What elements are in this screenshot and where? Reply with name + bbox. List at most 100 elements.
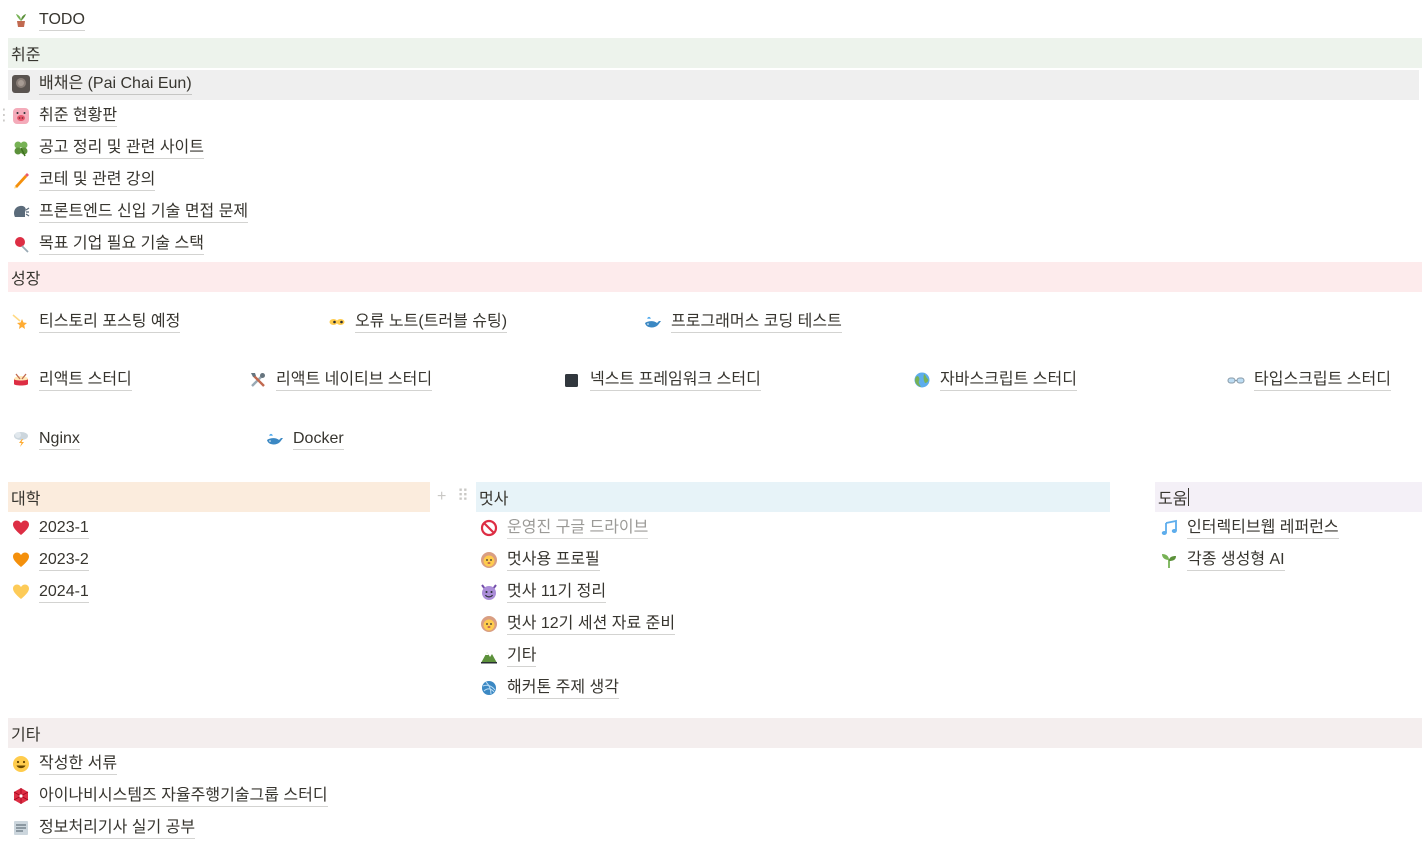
whale-icon [266,430,284,448]
mountain-icon [480,647,498,665]
lightning-cloud-icon [12,430,30,448]
page-link-job-postings[interactable]: 공고 정리 및 관련 사이트 [12,132,204,164]
eyes-icon [328,313,346,331]
four-leaf-clover-icon [12,139,30,157]
page-link-label: 멋사용 프로필 [507,550,600,571]
page-link-label: 티스토리 포스팅 예정 [39,312,181,333]
yarn-ball-icon [480,679,498,697]
smiling-face-icon [12,755,30,773]
page-link-label: 해커톤 주제 생각 [507,678,619,699]
page-link-label: 작성한 서류 [39,754,118,775]
page-link-hackathon-ideas[interactable]: 해커톤 주제 생각 [480,672,619,704]
pig-face-icon [12,107,30,125]
orange-heart-icon [12,551,30,569]
drag-handle-icon[interactable]: ⠿ [457,489,469,505]
section-header-job: 취준 [8,38,1422,68]
section-title: 도움 [1158,491,1188,508]
page-link-label: 프론트엔드 신입 기술 면접 문제 [39,202,249,223]
page-link-label: 아이나비시스템즈 자율주행기술그룹 스터디 [39,786,328,807]
page-link-likelion-11th[interactable]: 멋사 11기 정리 [480,576,607,608]
page-link-label: 프로그래머스 코딩 테스트 [671,312,842,333]
section-header-etc: 기타 [8,718,1422,748]
seedling-icon [1160,551,1178,569]
page-link-label: 기타 [507,646,537,667]
page-link-label: 2023-1 [39,518,89,539]
page-link-label: 정보처리기사 실기 공부 [39,818,196,839]
page-link-documents[interactable]: 작성한 서류 [12,748,118,780]
prohibited-icon [480,519,498,537]
text-cursor [1188,488,1190,506]
page-link-likelion-etc[interactable]: 기타 [480,640,537,672]
page-link-generative-ai[interactable]: 각종 생성형 AI [1160,544,1285,576]
section-title: 취준 [11,47,41,64]
page-link-todo[interactable]: TODO [12,4,85,36]
page-link-next-study[interactable]: 넥스트 프레임워크 스터디 [563,364,761,396]
page-link-tech-stack[interactable]: 목표 기업 필요 기술 스택 [12,228,204,260]
page-link-label: TODO [39,10,85,31]
page-link-label: 자바스크립트 스터디 [940,370,1077,391]
page-link-label: Nginx [39,429,80,450]
page-link-label: 오류 노트(트러블 슈팅) [355,312,508,333]
page-link-label: 운영진 구글 드라이브 [507,518,649,539]
drag-handle-icon[interactable]: ⋮ [0,108,12,124]
add-block-icon[interactable]: + [437,489,446,505]
page-link-label: 목표 기업 필요 기술 스택 [39,234,204,255]
goggles-icon [1227,371,1245,389]
page-link-tistory[interactable]: 티스토리 포스팅 예정 [12,306,181,338]
page-link-typescript-study[interactable]: 타입스크립트 스터디 [1227,364,1391,396]
page-link-job-dashboard[interactable]: 취준 현황판 [12,100,118,132]
page-link-label: 배채은 (Pai Chai Eun) [39,74,192,95]
page-link-2024-1[interactable]: 2024-1 [12,576,89,608]
section-header-university: 대학 [8,482,430,512]
page-link-error-notes[interactable]: 오류 노트(트러블 슈팅) [328,306,508,338]
lion-face-icon [480,551,498,569]
page-link-likelion-profile[interactable]: 멋사용 프로필 [480,544,600,576]
page-link-inavi-study[interactable]: 아이나비시스템즈 자율주행기술그룹 스터디 [12,780,328,812]
page-link-label: 넥스트 프레임워크 스터디 [590,370,761,391]
page-link-label: Docker [293,429,344,450]
page-link-docker[interactable]: Docker [266,423,344,455]
page-link-label: 타입스크립트 스터디 [1254,370,1391,391]
page-link-2023-2[interactable]: 2023-2 [12,544,89,576]
speaking-head-icon [12,203,30,221]
whale-icon [644,313,662,331]
music-note-icon [1160,519,1178,537]
section-header-growth: 성장 [8,262,1422,292]
pencil-icon [12,171,30,189]
page-link-react-native-study[interactable]: 리액트 네이티브 스터디 [249,364,433,396]
document-icon [12,819,30,837]
tools-icon [249,371,267,389]
lion-face-icon [480,615,498,633]
drum-icon [12,371,30,389]
page-link-label: 공고 정리 및 관련 사이트 [39,138,204,159]
yellow-heart-icon [12,583,30,601]
page-link-react-study[interactable]: 리액트 스터디 [12,364,132,396]
red-gem-icon [12,787,30,805]
globe-icon [913,371,931,389]
page-link-interview-questions[interactable]: 프론트엔드 신입 기술 면접 문제 [12,196,249,228]
profile-photo-icon [12,75,30,93]
page-link-label: 리액트 네이티브 스터디 [276,370,433,391]
page-link-google-drive[interactable]: 운영진 구글 드라이브 [480,512,649,544]
black-square-icon [563,371,581,389]
page-link-nginx[interactable]: Nginx [12,423,80,455]
section-title: 멋사 [479,491,509,508]
page-link-2023-1[interactable]: 2023-1 [12,512,89,544]
hover-highlight [8,70,1419,100]
page-link-profile[interactable]: 배채은 (Pai Chai Eun) [12,68,192,100]
page-link-label: 각종 생성형 AI [1187,550,1285,571]
page-link-javascript-study[interactable]: 자바스크립트 스터디 [913,364,1077,396]
page-link-label: 인터렉티브웹 레퍼런스 [1187,518,1339,539]
section-title: 기타 [11,727,41,744]
page-link-label: 2023-2 [39,550,89,571]
page-link-programmers[interactable]: 프로그래머스 코딩 테스트 [644,306,842,338]
page-link-interactive-web[interactable]: 인터렉티브웹 레퍼런스 [1160,512,1339,544]
page-link-label: 취준 현황판 [39,106,118,127]
section-title: 성장 [11,271,41,288]
red-heart-icon [12,519,30,537]
section-header-help[interactable]: 도움 [1155,482,1422,512]
page-link-coding-test[interactable]: 코테 및 관련 강의 [12,164,156,196]
page-link-likelion-12th[interactable]: 멋사 12기 세션 자료 준비 [480,608,676,640]
page-link-engineer-exam[interactable]: 정보처리기사 실기 공부 [12,812,196,844]
smiling-devil-icon [480,583,498,601]
